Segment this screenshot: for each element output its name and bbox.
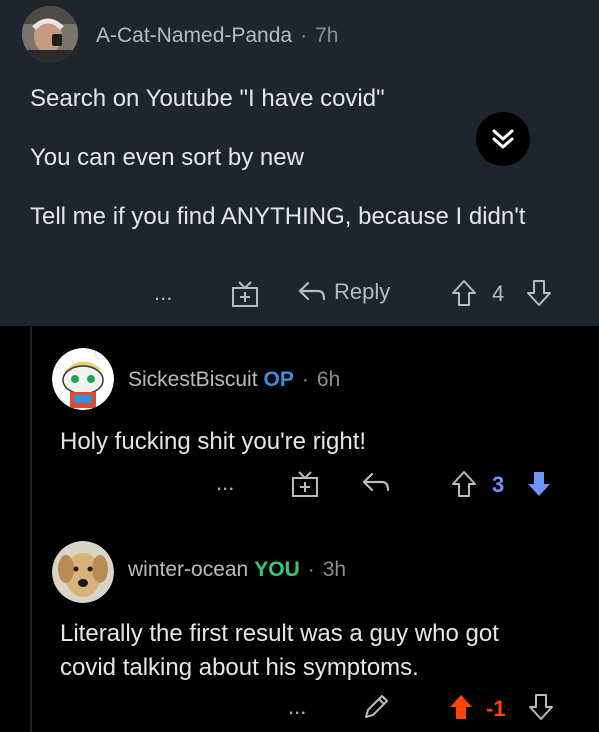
reply-arrow-icon[interactable] bbox=[360, 470, 392, 496]
score: -1 bbox=[486, 696, 506, 721]
upvote-icon[interactable] bbox=[451, 470, 477, 498]
separator: · bbox=[301, 368, 309, 391]
award-icon[interactable] bbox=[230, 280, 260, 308]
avatar[interactable] bbox=[52, 348, 114, 410]
username[interactable]: winter-ocean bbox=[128, 558, 248, 581]
collapse-button[interactable] bbox=[476, 112, 530, 166]
upvote-icon[interactable] bbox=[448, 693, 474, 721]
comment-paragraph: Literally the first result was a guy who… bbox=[60, 620, 499, 681]
comment-header: winter-ocean YOU · 3h bbox=[128, 558, 346, 582]
award-icon[interactable] bbox=[290, 470, 320, 498]
username[interactable]: A-Cat-Named-Panda bbox=[96, 24, 292, 47]
downvote-icon[interactable] bbox=[526, 470, 552, 498]
comment-paragraph: Holy fucking shit you're right! bbox=[60, 428, 367, 455]
timestamp: 6h bbox=[316, 368, 341, 391]
collapse-chevron-icon bbox=[488, 124, 518, 154]
score: 4 bbox=[492, 281, 505, 306]
comment-paragraph: Search on Youtube "I have covid" bbox=[30, 85, 385, 112]
username[interactable]: SickestBiscuit bbox=[128, 368, 258, 391]
upvote-icon[interactable] bbox=[451, 279, 477, 307]
timestamp: 3h bbox=[322, 558, 347, 581]
timestamp: 7h bbox=[315, 24, 339, 47]
you-badge: YOU bbox=[254, 558, 300, 581]
avatar[interactable] bbox=[52, 541, 114, 603]
avatar[interactable] bbox=[22, 6, 78, 62]
reply-button[interactable]: Reply bbox=[296, 279, 390, 305]
reply-label: Reply bbox=[334, 279, 391, 304]
op-badge: OP bbox=[263, 368, 294, 391]
edit-pencil-icon[interactable] bbox=[362, 693, 390, 721]
separator: · bbox=[307, 558, 315, 581]
downvote-icon[interactable] bbox=[528, 693, 554, 721]
thread-line[interactable] bbox=[30, 326, 32, 732]
comment-paragraph: Tell me if you find ANYTHING, because I … bbox=[30, 203, 526, 230]
more-options-button[interactable]: ... bbox=[154, 280, 172, 306]
separator: · bbox=[300, 24, 308, 47]
comment-header: SickestBiscuit OP · 6h bbox=[128, 368, 340, 392]
score: 3 bbox=[492, 472, 505, 497]
comment-paragraph: You can even sort by new bbox=[30, 144, 304, 171]
comment-header: A-Cat-Named-Panda · 7h bbox=[96, 24, 338, 48]
downvote-icon[interactable] bbox=[526, 279, 552, 307]
more-options-button[interactable]: ... bbox=[216, 470, 234, 496]
more-options-button[interactable]: ... bbox=[288, 694, 306, 720]
reply-arrow-icon bbox=[296, 279, 328, 305]
